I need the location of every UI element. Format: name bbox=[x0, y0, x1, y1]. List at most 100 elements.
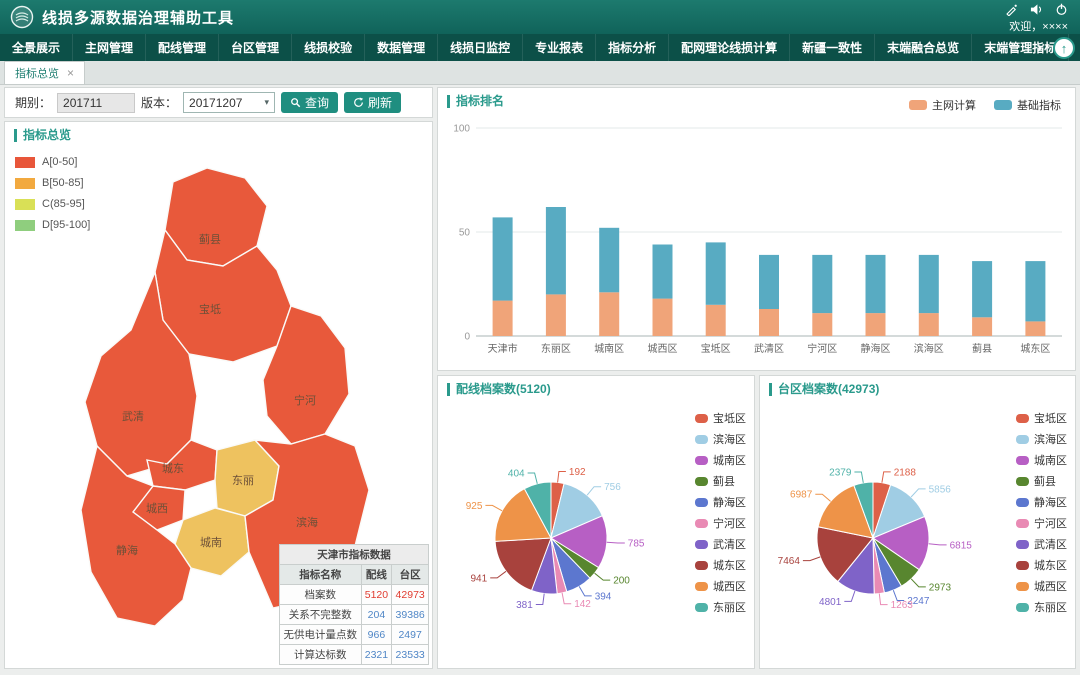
legend-label: 城西区 bbox=[713, 578, 746, 594]
nav-more-button[interactable]: › bbox=[1033, 34, 1046, 61]
scroll-top-circle-button[interactable]: ↑ bbox=[1053, 37, 1075, 59]
pie-legend-item[interactable]: 武清区 bbox=[695, 536, 746, 552]
bar-segment[interactable] bbox=[866, 313, 886, 336]
bar-segment[interactable] bbox=[759, 255, 779, 309]
overview-legend-item: A[0-50] bbox=[15, 156, 90, 168]
pie-legend-item[interactable]: 城南区 bbox=[695, 452, 746, 468]
version-select-value: 20171207 bbox=[189, 96, 242, 110]
legend-marker-icon bbox=[695, 477, 708, 486]
bar-segment[interactable] bbox=[919, 313, 939, 336]
pie-legend-item[interactable]: 城东区 bbox=[695, 557, 746, 573]
legend-label: 武清区 bbox=[1034, 536, 1067, 552]
pie-legend-item[interactable]: 静海区 bbox=[695, 494, 746, 510]
station-archive-pie-title: 台区档案数(42973) bbox=[769, 383, 879, 396]
bar-segment[interactable] bbox=[653, 245, 673, 299]
bar-segment[interactable] bbox=[919, 255, 939, 313]
legend-label: 滨海区 bbox=[1034, 431, 1067, 447]
nav-item-pro-report[interactable]: 专业报表 bbox=[523, 34, 596, 61]
pie-legend-item[interactable]: 静海区 bbox=[1016, 494, 1067, 510]
nav-item-data-mgmt[interactable]: 数据管理 bbox=[365, 34, 438, 61]
legend-marker-icon bbox=[1016, 456, 1029, 465]
bar-legend-item[interactable]: 主网计算 bbox=[909, 97, 976, 113]
nav-item-line-mgmt[interactable]: 配线管理 bbox=[146, 34, 219, 61]
stats-table-title: 天津市指标数据 bbox=[280, 545, 429, 565]
bar-segment[interactable] bbox=[1025, 261, 1045, 321]
legend-label: 滨海区 bbox=[713, 431, 746, 447]
pie-legend-item[interactable]: 蓟县 bbox=[695, 473, 746, 489]
legend-marker-icon bbox=[695, 435, 708, 444]
pie-label: 6987 bbox=[790, 490, 813, 501]
pie-legend-item[interactable]: 蓟县 bbox=[1016, 473, 1067, 489]
bar-segment[interactable] bbox=[493, 301, 513, 336]
y-axis-tick: 0 bbox=[464, 332, 470, 343]
pie-legend-item[interactable]: 城东区 bbox=[1016, 557, 1067, 573]
overview-legend-item: C(85-95] bbox=[15, 198, 90, 210]
nav-item-theory-loss-calc[interactable]: 配网理论线损计算 bbox=[669, 34, 790, 61]
pie-legend-item[interactable]: 滨海区 bbox=[695, 431, 746, 447]
nav-item-daily-monitor[interactable]: 线损日监控 bbox=[438, 34, 523, 61]
pie-legend-item[interactable]: 城西区 bbox=[1016, 578, 1067, 594]
pie-label: 5856 bbox=[929, 484, 952, 495]
bar-segment[interactable] bbox=[706, 242, 726, 304]
pie-legend-item[interactable]: 宝坻区 bbox=[1016, 410, 1067, 426]
nav-item-indicator-analysis[interactable]: 指标分析 bbox=[596, 34, 669, 61]
bar-segment[interactable] bbox=[599, 228, 619, 292]
tab-close-icon[interactable]: × bbox=[67, 66, 74, 80]
pie-legend-item[interactable]: 宝坻区 bbox=[695, 410, 746, 426]
bar-segment[interactable] bbox=[972, 261, 992, 317]
period-input[interactable] bbox=[57, 93, 135, 113]
pie-legend-item[interactable]: 东丽区 bbox=[1016, 599, 1067, 615]
bar-segment[interactable] bbox=[493, 217, 513, 300]
nav-item-terminal-fusion-overview[interactable]: 末端融合总览 bbox=[875, 34, 972, 61]
chevron-down-icon: ▾ bbox=[265, 97, 270, 108]
bar-segment[interactable] bbox=[759, 309, 779, 336]
pie-legend-item[interactable]: 东丽区 bbox=[695, 599, 746, 615]
city-indicator-table: 天津市指标数据 指标名称 配线 台区 档案数 5120 42973 关系不完整数… bbox=[279, 544, 429, 665]
bar-segment[interactable] bbox=[599, 292, 619, 336]
nav-item-main-grid[interactable]: 主网管理 bbox=[73, 34, 146, 61]
overview-legend-item: D[95-100] bbox=[15, 219, 90, 231]
topbar-right: 欢迎，×××× bbox=[1005, 3, 1068, 34]
period-label: 期别： bbox=[15, 94, 51, 111]
bar-segment[interactable] bbox=[812, 313, 832, 336]
nav-item-panorama[interactable]: 全景展示 bbox=[0, 34, 73, 61]
refresh-button[interactable]: 刷新 bbox=[344, 92, 401, 113]
bar-segment[interactable] bbox=[706, 305, 726, 336]
bar-segment[interactable] bbox=[1025, 321, 1045, 336]
bar-segment[interactable] bbox=[866, 255, 886, 313]
bar-segment[interactable] bbox=[546, 294, 566, 336]
tab-indicator-overview[interactable]: 指标总览 × bbox=[4, 61, 85, 84]
stats-value: 204 bbox=[361, 605, 392, 625]
pen-icon[interactable] bbox=[1005, 3, 1018, 16]
refresh-button-label: 刷新 bbox=[368, 94, 392, 111]
bar-segment[interactable] bbox=[546, 207, 566, 294]
nav-item-loss-check[interactable]: 线损校验 bbox=[292, 34, 365, 61]
nav-item-station-area[interactable]: 台区管理 bbox=[219, 34, 292, 61]
x-axis-label: 天津市 bbox=[488, 342, 518, 355]
power-icon[interactable] bbox=[1055, 3, 1068, 16]
station-archive-pie-chart: 2188585668152973224712634801746469872379 bbox=[768, 410, 984, 660]
pie-legend-item[interactable]: 城西区 bbox=[695, 578, 746, 594]
pie-legend-item[interactable]: 宁河区 bbox=[1016, 515, 1067, 531]
x-axis-label: 武清区 bbox=[754, 342, 784, 355]
query-button[interactable]: 查询 bbox=[281, 92, 338, 113]
legend-label: 城东区 bbox=[713, 557, 746, 573]
tab-label: 指标总览 bbox=[15, 65, 59, 81]
bar-segment[interactable] bbox=[972, 317, 992, 336]
pie-legend-item[interactable]: 宁河区 bbox=[695, 515, 746, 531]
bar-segment[interactable] bbox=[812, 255, 832, 313]
legend-label: 城南区 bbox=[1034, 452, 1067, 468]
x-axis-label: 城南区 bbox=[594, 342, 624, 355]
bar-legend-item[interactable]: 基础指标 bbox=[994, 97, 1061, 113]
x-axis-label: 静海区 bbox=[861, 342, 891, 355]
pie-legend-item[interactable]: 城南区 bbox=[1016, 452, 1067, 468]
bar-segment[interactable] bbox=[653, 299, 673, 336]
legend-marker-icon bbox=[695, 603, 708, 612]
speaker-icon[interactable] bbox=[1030, 3, 1043, 16]
pie-legend-item[interactable]: 武清区 bbox=[1016, 536, 1067, 552]
legend-label: 蓟县 bbox=[1034, 473, 1056, 489]
main-nav: 全景展示 主网管理 配线管理 台区管理 线损校验 数据管理 线损日监控 专业报表… bbox=[0, 34, 1080, 61]
nav-item-consistency[interactable]: 新疆一致性 bbox=[790, 34, 875, 61]
version-select[interactable]: 20171207 ▾ bbox=[183, 92, 275, 113]
pie-legend-item[interactable]: 滨海区 bbox=[1016, 431, 1067, 447]
